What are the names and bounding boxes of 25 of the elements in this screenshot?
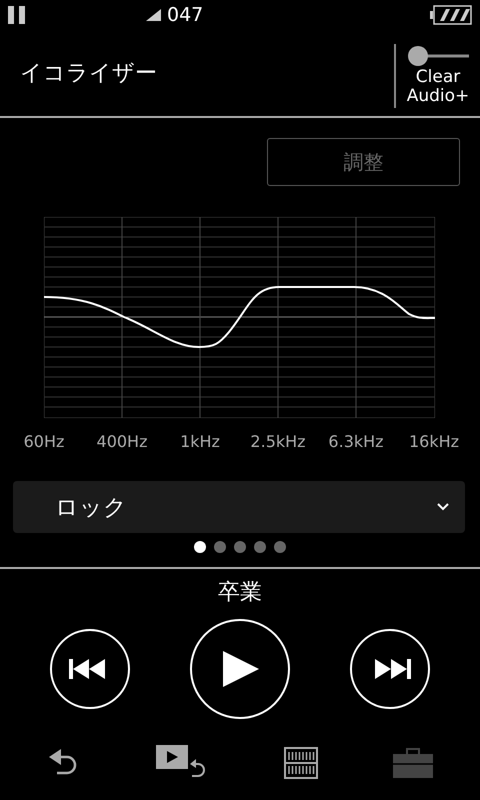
page-dot[interactable]	[194, 541, 206, 553]
pause-icon	[8, 6, 26, 24]
toolbox-icon	[392, 748, 433, 778]
page-dot[interactable]	[254, 541, 266, 553]
battery-icon	[430, 5, 472, 25]
track-title: 卒業	[218, 579, 262, 607]
play-icon	[221, 651, 259, 687]
band-label: 2.5kHz	[250, 432, 306, 451]
shelf-icon	[284, 747, 318, 779]
page-dot[interactable]	[214, 541, 226, 553]
page-dot[interactable]	[234, 541, 246, 553]
band-label: 400Hz	[96, 432, 148, 451]
clear-audio-toggle[interactable]: Clear Audio+	[394, 44, 480, 108]
screen-title: イコライザー	[20, 60, 158, 88]
page-dot[interactable]	[274, 541, 286, 553]
nav-button[interactable]	[284, 747, 318, 779]
band-label: 1kHz	[180, 432, 220, 451]
signal-icon	[146, 9, 161, 21]
preset-dropdown[interactable]: ロック	[13, 481, 465, 533]
chevron-down-icon	[437, 503, 449, 511]
band-label: 6.3kHz	[328, 432, 384, 451]
slider-icon	[407, 44, 469, 68]
signal-label: 047	[167, 4, 204, 26]
band-label: 60Hz	[24, 432, 64, 451]
band-label: 16kHz	[408, 432, 460, 451]
